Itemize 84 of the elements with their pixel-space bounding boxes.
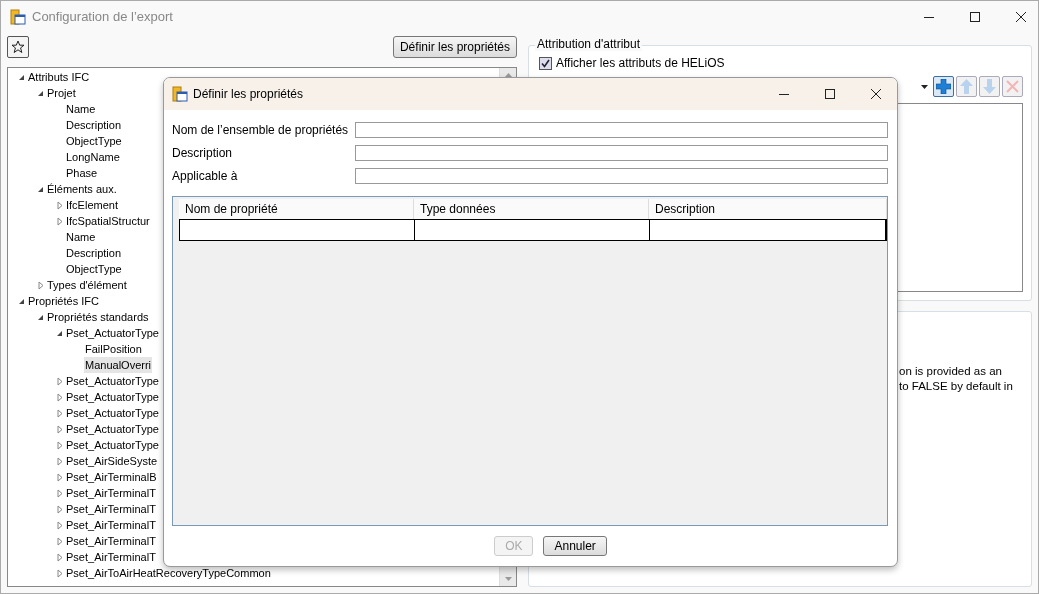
tree-item[interactable]: Éléments aux.: [46, 181, 118, 197]
delete-icon: [1006, 80, 1019, 93]
collapsed-arrow-icon[interactable]: [56, 200, 63, 210]
checkbox[interactable]: [539, 56, 552, 70]
tree-item[interactable]: Types d'élément: [46, 277, 128, 293]
add-button[interactable]: [933, 76, 954, 97]
tree-item[interactable]: Pset_AirTerminalT: [65, 549, 157, 565]
tree-item[interactable]: LongName: [65, 149, 121, 165]
collapsed-arrow-icon[interactable]: [56, 408, 63, 418]
collapsed-arrow-icon[interactable]: [56, 376, 63, 386]
tree-item[interactable]: Name: [65, 229, 97, 245]
dropdown-arrow-icon[interactable]: [920, 84, 928, 89]
tree-item[interactable]: Description: [65, 117, 123, 133]
define-properties-button[interactable]: Définir les propriétés: [392, 36, 517, 58]
collapsed-arrow-icon[interactable]: [56, 520, 63, 530]
plus-icon: [936, 79, 951, 94]
tree-item[interactable]: ObjectType: [65, 261, 123, 277]
star-icon: [11, 40, 25, 54]
field-label: Applicable à: [172, 169, 239, 183]
tree-item[interactable]: Attributs IFC: [27, 69, 91, 85]
field-label: Description: [172, 146, 234, 160]
tree-item[interactable]: Pset_AirTerminalT: [65, 517, 157, 533]
dialog-title: Définir les propriétés: [193, 87, 305, 101]
app-icon: [10, 8, 26, 25]
collapsed-arrow-icon[interactable]: [56, 456, 63, 466]
tree-item[interactable]: Pset_AirTerminalT: [65, 485, 157, 501]
tree-item[interactable]: Pset_ActuatorType: [65, 437, 160, 453]
close-icon[interactable]: [871, 89, 881, 99]
favorite-button[interactable]: [7, 36, 29, 58]
tree-item[interactable]: Propriétés IFC: [27, 293, 100, 309]
expanded-arrow-icon[interactable]: [18, 73, 25, 81]
expanded-arrow-icon[interactable]: [56, 329, 63, 337]
maximize-icon[interactable]: [825, 89, 835, 99]
expanded-arrow-icon[interactable]: [37, 313, 44, 321]
collapsed-arrow-icon[interactable]: [56, 536, 63, 546]
maximize-icon[interactable]: [970, 11, 980, 22]
tree-item[interactable]: Pset_ActuatorType: [65, 405, 160, 421]
collapsed-arrow-icon[interactable]: [56, 424, 63, 434]
down-arrow-icon: [983, 79, 996, 94]
tree-item[interactable]: Name: [65, 101, 97, 117]
expanded-arrow-icon[interactable]: [18, 297, 25, 305]
tree-item[interactable]: IfcSpatialStructur: [65, 213, 151, 229]
expanded-arrow-icon[interactable]: [37, 89, 44, 97]
collapsed-arrow-icon[interactable]: [56, 216, 63, 226]
tree-item[interactable]: ObjectType: [65, 133, 123, 149]
tree-item[interactable]: Pset_ActuatorType: [65, 325, 160, 341]
expanded-arrow-icon[interactable]: [37, 185, 44, 193]
collapsed-arrow-icon[interactable]: [56, 552, 63, 562]
tree-item[interactable]: Phase: [65, 165, 99, 181]
collapsed-arrow-icon[interactable]: [56, 488, 63, 498]
tree-item[interactable]: Pset_AirSideSyste: [65, 453, 159, 469]
group-title: Attribution d'attribut: [535, 37, 642, 51]
tree-item[interactable]: IfcElement: [65, 197, 119, 213]
tree-item[interactable]: Pset_AirTerminalT: [65, 533, 157, 549]
collapsed-arrow-icon[interactable]: [56, 440, 63, 450]
input-field[interactable]: [355, 145, 888, 161]
tree-item[interactable]: FailPosition: [84, 341, 143, 357]
description-text: to FALSE by default in: [899, 379, 1013, 394]
dialog-button[interactable]: Annuler: [543, 536, 607, 556]
tree-item[interactable]: Pset_ActuatorType: [65, 421, 160, 437]
input-field[interactable]: [355, 122, 888, 138]
tree-item[interactable]: Pset_ActuatorType: [65, 389, 160, 405]
input-field[interactable]: [355, 168, 888, 184]
collapsed-arrow-icon[interactable]: [56, 568, 63, 578]
new-table-row[interactable]: [179, 219, 887, 241]
tree-item[interactable]: Pset_ActuatorType: [65, 373, 160, 389]
tree-item[interactable]: Description: [65, 245, 123, 261]
collapsed-arrow-icon[interactable]: [56, 504, 63, 514]
tree-item[interactable]: ManualOverri: [84, 357, 153, 373]
tree-item[interactable]: Pset_AirToAirHeatRecoveryTypeCommon: [65, 565, 272, 581]
field-label: Nom de l’ensemble de propriétés: [172, 123, 350, 137]
collapsed-arrow-icon[interactable]: [56, 472, 63, 482]
tree-item[interactable]: Projet: [46, 85, 77, 101]
tree-item[interactable]: Pset_AirTerminalT: [65, 501, 157, 517]
close-icon[interactable]: [1016, 11, 1026, 22]
checkbox-label[interactable]: Afficher les attributs de HELiOS: [556, 56, 725, 70]
collapsed-arrow-icon[interactable]: [56, 392, 63, 402]
app-icon: [172, 86, 188, 102]
up-arrow-icon: [960, 79, 973, 94]
window-title: Configuration de l’export: [32, 9, 174, 24]
tree-item[interactable]: Pset_AirTerminalB: [65, 469, 158, 485]
tree-item[interactable]: Propriétés standards: [46, 309, 150, 325]
collapsed-arrow-icon[interactable]: [37, 280, 44, 290]
description-text: on is provided as an: [899, 364, 1002, 379]
